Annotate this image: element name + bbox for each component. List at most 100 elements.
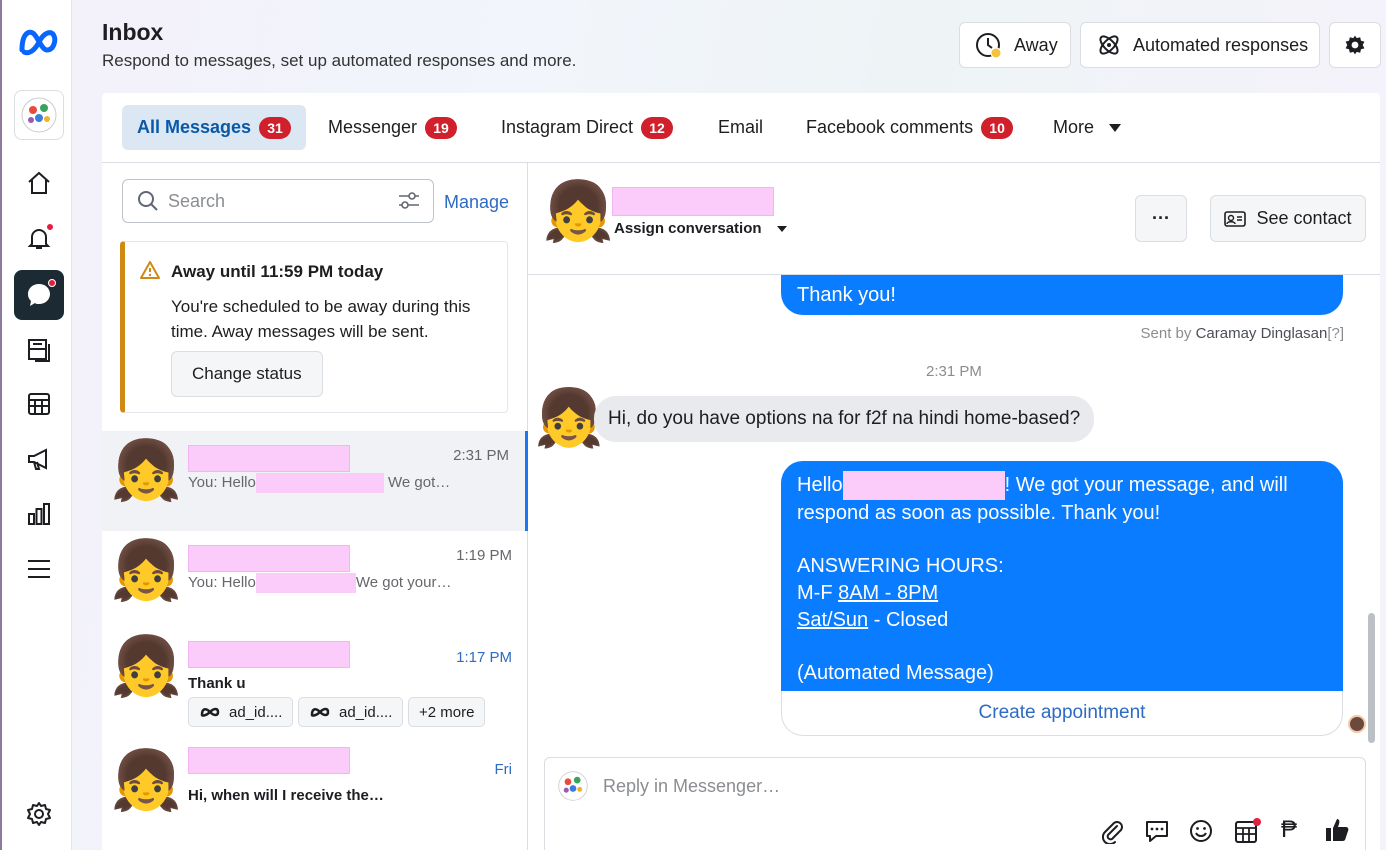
tab-facebook-comments[interactable]: Facebook comments 10 bbox=[791, 105, 1028, 150]
read-receipt-avatar bbox=[1348, 715, 1366, 733]
caret-down-icon bbox=[776, 225, 788, 233]
inbox-panel: All Messages 31 Messenger 19 Instagram D… bbox=[102, 93, 1380, 850]
contact-avatar: 👧 bbox=[110, 634, 183, 699]
contact-avatar: 👧 bbox=[110, 438, 183, 503]
away-description: You're scheduled to be away during this … bbox=[171, 297, 471, 341]
left-rail bbox=[0, 0, 72, 850]
auto-sat: Sat/Sun bbox=[797, 609, 869, 631]
conversation-item[interactable]: 👧 1:19 PM You: Hello We got your… bbox=[102, 531, 528, 631]
conversation-snippet: You: Hello We got… bbox=[188, 473, 458, 493]
away-title: Away until 11:59 PM today bbox=[171, 262, 384, 281]
sender-name-link[interactable]: Caramay Dinglasan bbox=[1196, 325, 1328, 342]
auto-hours-title: ANSWERING HOURS: bbox=[797, 555, 1004, 577]
away-status-card: Away until 11:59 PM today You're schedul… bbox=[120, 241, 508, 413]
notifications-bell-icon[interactable] bbox=[14, 213, 64, 263]
appointment-calendar-icon[interactable] bbox=[1233, 818, 1261, 844]
inbox-settings-button[interactable] bbox=[1329, 22, 1381, 68]
chip-label: ad_id.... bbox=[229, 703, 283, 721]
warning-triangle-icon bbox=[139, 260, 161, 280]
auto-closed: - Closed bbox=[868, 609, 949, 631]
paperclip-icon[interactable] bbox=[1099, 818, 1125, 844]
page-avatar bbox=[557, 770, 589, 802]
ads-megaphone-icon[interactable] bbox=[14, 434, 64, 484]
conversation-item[interactable]: 👧 Fri Hi, when will I receive the… bbox=[102, 741, 528, 841]
redacted-name bbox=[255, 473, 384, 493]
create-appointment-button[interactable]: Create appointment bbox=[781, 691, 1343, 736]
chat-thread-column: 👧 Assign conversation ··· See contact Th… bbox=[528, 163, 1380, 850]
tab-messenger[interactable]: Messenger 19 bbox=[313, 105, 472, 150]
peso-payment-icon[interactable]: ₱ bbox=[1281, 816, 1297, 844]
tab-email[interactable]: Email bbox=[703, 105, 778, 150]
snippet-suffix: We got your… bbox=[355, 573, 452, 591]
insights-bar-chart-icon[interactable] bbox=[14, 489, 64, 539]
search-icon bbox=[137, 190, 159, 212]
change-status-button[interactable]: Change status bbox=[171, 351, 323, 397]
snippet-prefix: You: Hello bbox=[188, 473, 256, 491]
meta-infinity-icon bbox=[309, 705, 331, 719]
search-placeholder: Search bbox=[168, 191, 226, 211]
channel-tabs: All Messages 31 Messenger 19 Instagram D… bbox=[102, 93, 1380, 163]
reply-composer[interactable]: Reply in Messenger… ₱ bbox=[544, 757, 1366, 850]
atom-icon bbox=[1095, 31, 1123, 59]
page-avatar[interactable] bbox=[14, 90, 64, 140]
emoji-smile-icon[interactable] bbox=[1188, 818, 1214, 844]
home-icon[interactable] bbox=[14, 158, 64, 208]
message-timestamp: 2:31 PM bbox=[926, 363, 982, 380]
page-subtitle: Respond to messages, set up automated re… bbox=[102, 51, 577, 70]
more-options-button[interactable]: ··· bbox=[1135, 195, 1187, 242]
tab-label: More bbox=[1053, 117, 1095, 137]
away-clock-icon bbox=[974, 31, 1002, 59]
tab-more[interactable]: More bbox=[1038, 105, 1137, 150]
settings-gear-icon[interactable] bbox=[14, 789, 64, 839]
planner-grid-icon[interactable] bbox=[14, 379, 64, 429]
tab-label: Facebook comments bbox=[806, 117, 974, 137]
auto-mf-hours: 8AM - 8PM bbox=[838, 582, 939, 604]
redacted-name bbox=[842, 471, 1005, 500]
chip-label: ad_id.... bbox=[339, 703, 393, 721]
more-chips-button[interactable]: +2 more bbox=[408, 697, 486, 727]
contact-avatar: 👧 bbox=[110, 748, 183, 813]
away-button[interactable]: Away bbox=[959, 22, 1071, 68]
auto-line1: ! We got your message, and will bbox=[1004, 473, 1288, 496]
conversation-snippet: You: Hello We got your… bbox=[188, 573, 458, 593]
menu-hamburger-icon[interactable] bbox=[14, 544, 64, 594]
conversation-list-column: Search Manage Away until 11:59 PM today … bbox=[102, 163, 528, 850]
page-title: Inbox bbox=[102, 19, 164, 45]
ad-id-chip[interactable]: ad_id.... bbox=[188, 697, 294, 727]
ad-id-chip[interactable]: ad_id.... bbox=[298, 697, 404, 727]
conversation-snippet: Thank u bbox=[188, 675, 246, 692]
caret-down-icon bbox=[1108, 123, 1122, 133]
tab-label: Messenger bbox=[328, 117, 418, 137]
sent-by-help[interactable]: [?] bbox=[1327, 325, 1344, 342]
conversation-item[interactable]: 👧 2:31 PM You: Hello We got… bbox=[102, 431, 528, 531]
count-badge: 10 bbox=[981, 116, 1014, 139]
count-badge: 31 bbox=[259, 116, 292, 139]
tab-all-messages[interactable]: All Messages 31 bbox=[122, 105, 307, 150]
tab-instagram-direct[interactable]: Instagram Direct 12 bbox=[486, 105, 688, 150]
inbox-chat-icon[interactable] bbox=[14, 270, 64, 320]
automated-responses-button[interactable]: Automated responses bbox=[1080, 22, 1320, 68]
thumbs-up-icon[interactable] bbox=[1323, 816, 1351, 844]
chat-scrollbar[interactable] bbox=[1368, 613, 1375, 743]
automated-responses-label: Automated responses bbox=[1133, 34, 1309, 55]
saved-replies-icon[interactable] bbox=[1144, 818, 1170, 844]
assign-conversation-dropdown[interactable]: Assign conversation bbox=[614, 220, 788, 237]
filter-sliders-icon[interactable] bbox=[397, 190, 421, 212]
snippet-suffix: We got… bbox=[388, 473, 451, 491]
incoming-message: Hi, do you have options na for f2f na hi… bbox=[594, 396, 1095, 442]
tab-label: All Messages bbox=[137, 117, 252, 137]
auto-tag: (Automated Message) bbox=[797, 662, 994, 684]
redacted-name bbox=[188, 747, 350, 774]
count-badge: 19 bbox=[425, 116, 458, 139]
redacted-name bbox=[188, 545, 350, 572]
see-contact-button[interactable]: See contact bbox=[1210, 195, 1366, 242]
manage-link[interactable]: Manage bbox=[444, 192, 509, 213]
redacted-contact-name bbox=[612, 187, 774, 216]
redacted-name bbox=[188, 445, 350, 472]
pages-stack-icon[interactable] bbox=[14, 324, 64, 374]
chat-header: 👧 Assign conversation ··· See contact bbox=[528, 163, 1380, 275]
reply-placeholder: Reply in Messenger… bbox=[603, 776, 781, 796]
redacted-name bbox=[188, 641, 350, 668]
meta-logo-icon[interactable] bbox=[16, 22, 62, 62]
search-input[interactable]: Search bbox=[122, 179, 434, 223]
